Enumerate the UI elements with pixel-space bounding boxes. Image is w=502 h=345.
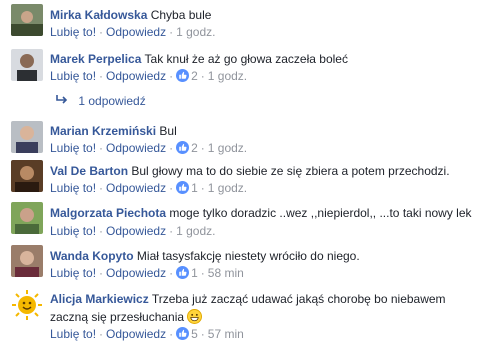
like-link[interactable]: Lubię to! xyxy=(50,141,96,155)
comment-time[interactable]: 58 min xyxy=(208,266,244,280)
separator: · xyxy=(99,141,104,155)
separator: · xyxy=(169,266,174,280)
comment-author[interactable]: Val De Barton xyxy=(50,164,128,178)
comment-author[interactable]: Marek Perpelica xyxy=(50,52,141,66)
thumbs-up-icon xyxy=(176,327,190,340)
thumbs-up-icon xyxy=(176,181,190,194)
comment-time[interactable]: 1 godz. xyxy=(176,224,215,238)
comment-time[interactable]: 1 godz. xyxy=(176,25,215,39)
like-link[interactable]: Lubię to! xyxy=(50,327,96,341)
comment-text: Miał tasysfakcję niestety wróciło do nie… xyxy=(136,249,360,263)
separator: · xyxy=(99,69,104,83)
comment-author[interactable]: Mirka Kałdowska xyxy=(50,8,147,22)
reaction-count[interactable]: 5 xyxy=(176,327,198,341)
reply-link[interactable]: Odpowiedz xyxy=(106,224,166,238)
comment-text: Tak knuł że aż go głowa zaczeła boleć xyxy=(144,52,348,66)
thumbs-up-icon xyxy=(176,69,190,82)
reply-arrow-icon xyxy=(56,95,68,104)
like-link[interactable]: Lubię to! xyxy=(50,181,96,195)
separator: · xyxy=(169,25,174,39)
comment-author[interactable]: Alicja Markiewicz xyxy=(50,292,149,306)
separator: · xyxy=(200,141,205,155)
avatar[interactable] xyxy=(11,245,43,277)
replies-count[interactable]: 1 odpowiedź xyxy=(78,94,145,108)
avatar[interactable] xyxy=(11,202,43,234)
view-replies-link[interactable]: 1 odpowiedź xyxy=(55,94,146,109)
comment-author[interactable]: Wanda Kopyto xyxy=(50,249,134,263)
like-link[interactable]: Lubię to! xyxy=(50,224,96,238)
avatar[interactable] xyxy=(11,121,43,153)
separator: · xyxy=(169,69,174,83)
like-link[interactable]: Lubię to! xyxy=(50,69,96,83)
avatar[interactable] xyxy=(11,49,43,81)
separator: · xyxy=(99,181,104,195)
reaction-count[interactable]: 2 xyxy=(176,69,198,83)
reaction-count[interactable]: 1 xyxy=(176,181,198,195)
separator: · xyxy=(169,327,174,341)
comment-text: Bul xyxy=(159,124,177,138)
reply-link[interactable]: Odpowiedz xyxy=(106,25,166,39)
comment-time[interactable]: 1 godz. xyxy=(208,141,247,155)
reply-link[interactable]: Odpowiedz xyxy=(106,141,166,155)
comment-text: moge tylko doradzic ..wez ,,niepierdol,,… xyxy=(169,206,472,220)
separator: · xyxy=(169,224,174,238)
comment-text: Bul głowy ma to do siebie ze się zbiera … xyxy=(131,164,450,178)
separator: · xyxy=(200,327,205,341)
comment-text: Trzeba już zacząć udawać jakąś chorobę b… xyxy=(151,292,446,306)
comment-author[interactable]: Marian Krzemiński xyxy=(50,124,156,138)
thumbs-up-icon xyxy=(176,266,190,279)
avatar[interactable] xyxy=(11,4,43,36)
separator: · xyxy=(169,181,174,195)
reaction-count[interactable]: 2 xyxy=(176,141,198,155)
avatar[interactable] xyxy=(11,289,43,321)
thumbs-up-icon xyxy=(176,141,190,154)
reply-link[interactable]: Odpowiedz xyxy=(106,266,166,280)
comment-text: Chyba bule xyxy=(150,8,212,22)
separator: · xyxy=(99,266,104,280)
comment-time[interactable]: 1 godz. xyxy=(208,181,247,195)
like-link[interactable]: Lubię to! xyxy=(50,266,96,280)
separator: · xyxy=(99,25,104,39)
reply-link[interactable]: Odpowiedz xyxy=(106,327,166,341)
reply-link[interactable]: Odpowiedz xyxy=(106,69,166,83)
separator: · xyxy=(200,181,205,195)
grinning-emoji-icon xyxy=(187,309,203,324)
separator: · xyxy=(200,266,205,280)
comment-time[interactable]: 1 godz. xyxy=(208,69,247,83)
separator: · xyxy=(99,327,104,341)
comment-text-continued: zaczną się przesłuchania xyxy=(50,310,185,324)
comment-time[interactable]: 57 min xyxy=(208,327,244,341)
separator: · xyxy=(99,224,104,238)
separator: · xyxy=(200,69,205,83)
like-link[interactable]: Lubię to! xyxy=(50,25,96,39)
avatar[interactable] xyxy=(11,160,43,192)
reaction-count[interactable]: 1 xyxy=(176,266,198,280)
reply-link[interactable]: Odpowiedz xyxy=(106,181,166,195)
comment-author[interactable]: Malgorzata Piechota xyxy=(50,206,166,220)
separator: · xyxy=(169,141,174,155)
